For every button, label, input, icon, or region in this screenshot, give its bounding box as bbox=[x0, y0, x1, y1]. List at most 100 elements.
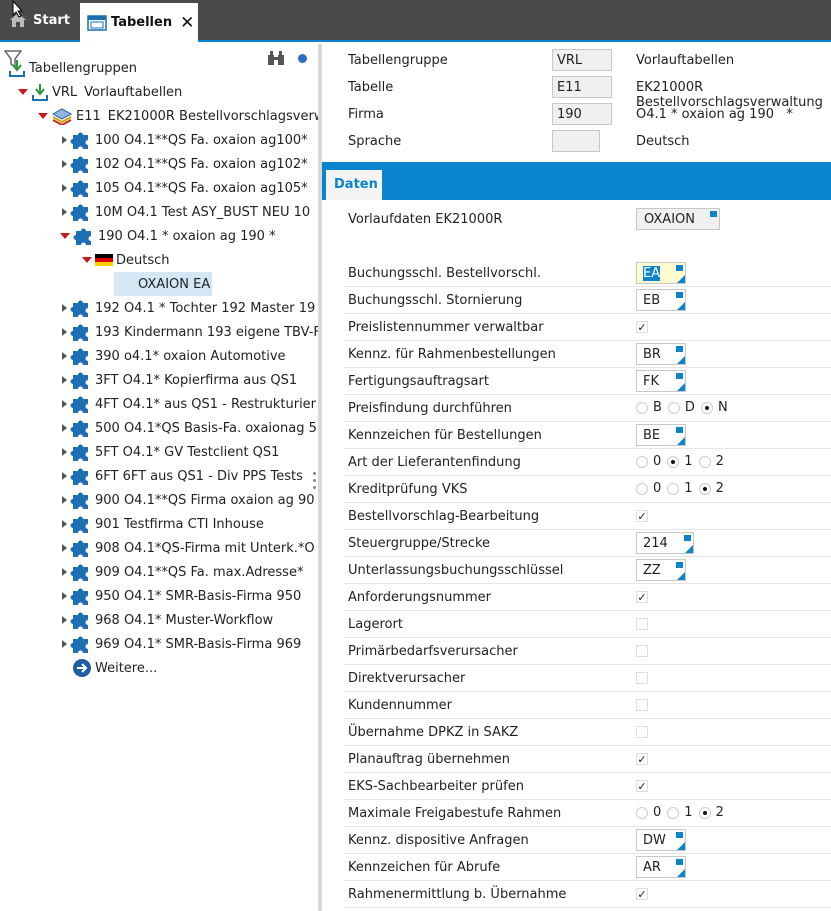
radio-option[interactable]: 1 bbox=[667, 454, 693, 469]
collapsed-arrow-icon[interactable] bbox=[62, 160, 67, 168]
field-checkbox[interactable] bbox=[636, 726, 648, 738]
radio-button[interactable] bbox=[636, 401, 648, 414]
radio-option[interactable]: D bbox=[667, 400, 695, 415]
tree-firm-item[interactable]: 105 O4.1**QS Fa. oxaion ag105* bbox=[62, 176, 308, 200]
field-input[interactable]: 214 bbox=[636, 532, 694, 554]
tree-firm-item[interactable]: 4FT O4.1* aus QS1 - Restrukturier bbox=[62, 392, 316, 416]
status-dot-icon[interactable] bbox=[298, 54, 307, 63]
dropdown-corner-icon[interactable] bbox=[677, 572, 685, 580]
vorlauf-field[interactable]: OXAION bbox=[636, 208, 720, 230]
tree-firm-item[interactable]: 968 O4.1* Muster-Workflow bbox=[62, 608, 273, 632]
radio-option[interactable]: 2 bbox=[698, 805, 724, 820]
field-input[interactable]: EB bbox=[636, 289, 686, 311]
field-input[interactable]: ZZ bbox=[636, 559, 686, 581]
field-checkbox[interactable]: ✓ bbox=[636, 780, 648, 792]
tree-firm-item[interactable]: 500 O4.1*QS Basis-Fa. oxaionag 5 bbox=[62, 416, 317, 440]
list-icon[interactable] bbox=[676, 292, 683, 298]
radio-option[interactable]: 0 bbox=[636, 481, 661, 496]
tree-firm-item[interactable]: 3FT O4.1* Kopierfirma aus QS1 bbox=[62, 368, 297, 392]
tree-language-deutsch[interactable]: Deutsch bbox=[82, 248, 170, 272]
tree-group-vrl[interactable]: VRL Vorlauftabellen bbox=[18, 80, 182, 104]
radio-button[interactable] bbox=[636, 482, 648, 495]
binoculars-icon[interactable] bbox=[267, 50, 285, 66]
field-checkbox[interactable]: ✓ bbox=[636, 888, 648, 900]
list-icon[interactable] bbox=[676, 346, 683, 352]
dropdown-corner-icon[interactable] bbox=[677, 437, 685, 445]
collapsed-arrow-icon[interactable] bbox=[62, 448, 67, 456]
field-input[interactable]: EA bbox=[636, 262, 686, 284]
radio-button[interactable] bbox=[667, 455, 680, 468]
tree-firm-item[interactable]: 969 O4.1* SMR-Basis-Firma 969 bbox=[62, 632, 301, 656]
collapsed-arrow-icon[interactable] bbox=[62, 136, 67, 144]
tree-root[interactable]: Tabellengruppen bbox=[8, 56, 137, 80]
dropdown-corner-icon[interactable] bbox=[677, 275, 685, 283]
collapsed-arrow-icon[interactable] bbox=[62, 400, 67, 408]
radio-button[interactable] bbox=[636, 455, 648, 468]
tree-firm-item[interactable]: 100 O4.1**QS Fa. oxaion ag100* bbox=[62, 128, 308, 152]
radio-button[interactable] bbox=[698, 806, 711, 819]
tree-firm-item[interactable]: 102 O4.1**QS Fa. oxaion ag102* bbox=[62, 152, 308, 176]
radio-button[interactable] bbox=[667, 482, 680, 495]
tree-firm-item[interactable]: 192 O4.1 * Tochter 192 Master 19 bbox=[62, 296, 315, 320]
radio-button[interactable] bbox=[667, 806, 680, 819]
expanded-arrow-icon[interactable] bbox=[38, 113, 48, 119]
list-icon[interactable] bbox=[676, 832, 683, 838]
radio-option[interactable]: N bbox=[700, 400, 728, 415]
field-checkbox[interactable]: ✓ bbox=[636, 510, 648, 522]
radio-button[interactable] bbox=[667, 401, 680, 414]
collapsed-arrow-icon[interactable] bbox=[62, 520, 67, 528]
radio-button[interactable] bbox=[698, 455, 711, 468]
collapsed-arrow-icon[interactable] bbox=[62, 352, 67, 360]
field-checkbox[interactable]: ✓ bbox=[636, 753, 648, 765]
dropdown-corner-icon[interactable] bbox=[677, 356, 685, 364]
tree-firm-item[interactable]: 390 o4.1* oxaion Automotive bbox=[62, 344, 286, 368]
tree-table-e11[interactable]: E11 EK21000R Bestellvorschlagsverw bbox=[38, 104, 318, 128]
list-icon[interactable] bbox=[676, 427, 683, 433]
tab-tabellen[interactable]: Tabellen ✕ bbox=[80, 3, 198, 42]
field-input[interactable]: FK bbox=[636, 370, 686, 392]
list-icon[interactable] bbox=[676, 265, 683, 271]
list-icon[interactable] bbox=[676, 562, 683, 568]
tree-firm-190[interactable]: 190 O4.1 * oxaion ag 190 * bbox=[60, 224, 276, 248]
tree-more-link[interactable]: Weitere... bbox=[72, 656, 157, 680]
collapsed-arrow-icon[interactable] bbox=[62, 328, 67, 336]
dropdown-corner-icon[interactable] bbox=[677, 842, 685, 850]
list-icon[interactable] bbox=[676, 373, 683, 379]
radio-button[interactable] bbox=[700, 401, 713, 414]
list-icon[interactable] bbox=[710, 211, 717, 217]
splitter-grip-icon[interactable] bbox=[313, 472, 317, 493]
field-input[interactable]: BE bbox=[636, 424, 686, 446]
tab-daten[interactable]: Daten bbox=[326, 170, 382, 200]
field-input[interactable]: AR bbox=[636, 856, 686, 878]
tree-firm-item[interactable]: 909 O4.1**QS Fa. max.Adresse* bbox=[62, 560, 303, 584]
radio-option[interactable]: 2 bbox=[698, 454, 724, 469]
field-checkbox[interactable] bbox=[636, 672, 648, 684]
tree-firm-item[interactable]: 193 Kindermann 193 eigene TBV-F bbox=[62, 320, 318, 344]
radio-option[interactable]: 0 bbox=[636, 805, 661, 820]
tree-firm-item[interactable]: 5FT O4.1* GV Testclient QS1 bbox=[62, 440, 279, 464]
collapsed-arrow-icon[interactable] bbox=[62, 496, 67, 504]
collapsed-arrow-icon[interactable] bbox=[62, 184, 67, 192]
collapsed-arrow-icon[interactable] bbox=[62, 376, 67, 384]
collapsed-arrow-icon[interactable] bbox=[62, 208, 67, 216]
collapsed-arrow-icon[interactable] bbox=[62, 472, 67, 480]
tree-firm-item[interactable]: 6FT 6FT aus QS1 - Div PPS Tests bbox=[62, 464, 303, 488]
dropdown-corner-icon[interactable] bbox=[677, 869, 685, 877]
radio-option[interactable]: B bbox=[636, 400, 662, 415]
field-checkbox[interactable]: ✓ bbox=[636, 591, 648, 603]
field-checkbox[interactable]: ✓ bbox=[636, 321, 648, 333]
radio-option[interactable]: 2 bbox=[698, 481, 724, 496]
expanded-arrow-icon[interactable] bbox=[82, 257, 92, 263]
field-input[interactable]: BR bbox=[636, 343, 686, 365]
radio-option[interactable]: 1 bbox=[667, 481, 693, 496]
radio-button[interactable] bbox=[636, 806, 648, 819]
tree-selected-item[interactable]: OXAION EA bbox=[114, 272, 212, 296]
radio-button[interactable] bbox=[698, 482, 711, 495]
list-icon[interactable] bbox=[684, 535, 691, 541]
radio-option[interactable]: 1 bbox=[667, 805, 693, 820]
tree-firm-item[interactable]: 901 Testfirma CTI Inhouse bbox=[62, 512, 264, 536]
close-icon[interactable]: ✕ bbox=[180, 13, 194, 33]
dropdown-corner-icon[interactable] bbox=[677, 302, 685, 310]
collapsed-arrow-icon[interactable] bbox=[62, 616, 67, 624]
field-input[interactable]: DW bbox=[636, 829, 686, 851]
